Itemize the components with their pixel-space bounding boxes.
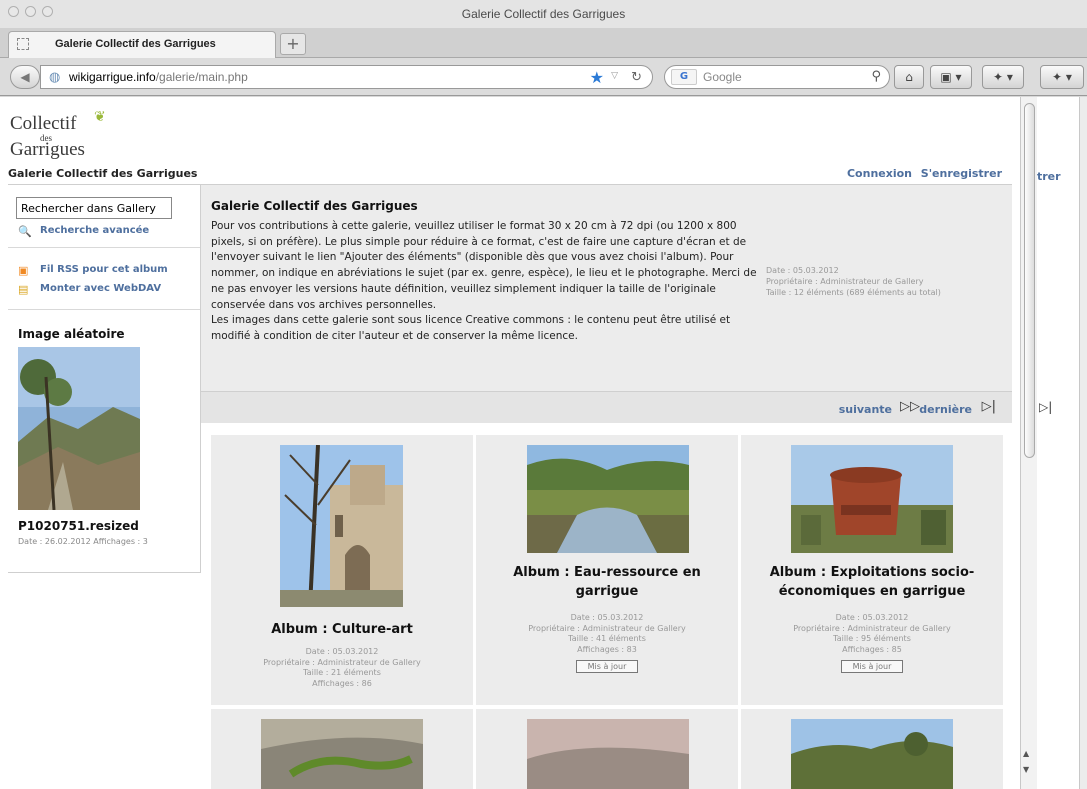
addon-button-2[interactable]: ✦ ▾ [1040, 65, 1084, 89]
advanced-search-link[interactable]: Recherche avancée [40, 225, 149, 236]
tab-bar: Galerie Collectif des Garrigues + [0, 28, 1087, 58]
home-icon: ⌂ [905, 70, 913, 84]
album-meta: Date : 05.03.2012 Propriétaire : Adminis… [528, 613, 686, 654]
scrollbar-thumb[interactable] [1024, 103, 1035, 458]
page-favicon-icon [17, 38, 29, 50]
search-bar[interactable]: G Google ⚲ [664, 65, 890, 89]
register-link[interactable]: S'enregistrer [921, 167, 1002, 180]
random-image-heading: Image aléatoire [18, 327, 125, 341]
scroll-up-icon[interactable]: ▲ [1023, 749, 1029, 758]
url-bar[interactable]: ◍ wikigarrigue.info/galerie/main.php ★ ▽… [40, 65, 653, 89]
gallery-meta: Date : 05.03.2012 Propriétaire : Adminis… [766, 266, 941, 297]
magnifier-icon: 🔍 [18, 225, 32, 238]
bookmark-star-icon[interactable]: ★ [590, 68, 604, 87]
gallery-search-input[interactable] [16, 197, 172, 219]
tab-gallery[interactable]: Galerie Collectif des Garrigues [8, 31, 276, 58]
random-image-name[interactable]: P1020751.resized [18, 519, 139, 533]
new-tab-button[interactable]: + [280, 33, 306, 55]
random-image-meta: Date : 26.02.2012 Affichages : 3 [18, 537, 148, 546]
updated-button[interactable]: Mis à jour [576, 660, 638, 673]
history-dropdown-icon[interactable]: ▽ [611, 71, 618, 81]
album-card-culture-art: Album : Culture-art Date : 05.03.2012 Pr… [211, 435, 473, 705]
next-page-icon[interactable]: ▷▷ [900, 399, 920, 414]
last-page-icon[interactable]: ▷| [982, 399, 996, 414]
login-link[interactable]: Connexion [847, 167, 912, 180]
next-page-link[interactable]: suivante [839, 403, 892, 416]
window-title: Galerie Collectif des Garrigues [461, 7, 626, 21]
updated-button[interactable]: Mis à jour [841, 660, 903, 673]
rss-feed-link[interactable]: Fil RSS pour cet album [40, 264, 168, 275]
reload-icon[interactable]: ↻ [631, 70, 642, 85]
album-card-row2-1 [211, 709, 473, 789]
magnifier-icon[interactable]: ⚲ [871, 69, 881, 84]
album-thumbnail[interactable] [527, 719, 689, 789]
album-thumbnail[interactable] [280, 445, 403, 607]
separator [8, 247, 200, 248]
album-title[interactable]: Album : Exploitations socio-économiques … [741, 563, 1003, 601]
search-placeholder: Google [703, 70, 742, 84]
album-thumbnail[interactable] [791, 719, 953, 789]
description-text: Pour vos contributions à cette galerie, … [211, 220, 757, 342]
album-card-exploitations: Album : Exploitations socio-économiques … [741, 435, 1003, 705]
album-card-row2-2 [476, 709, 738, 789]
globe-icon: ◍ [49, 70, 61, 85]
bookmarks-icon: ▣ ▾ [940, 70, 962, 84]
album-thumbnail[interactable] [791, 445, 953, 553]
search-engine-icon[interactable]: G [671, 69, 697, 85]
album-title[interactable]: Album : Culture-art [211, 620, 473, 639]
webdav-link[interactable]: Monter avec WebDAV [40, 283, 161, 294]
background-window-fragment: trer ▷| [1037, 97, 1087, 789]
sidebar: 🔍 Recherche avancée ▣ Fil RSS pour cet a… [8, 185, 201, 573]
rss-icon: ▣ [18, 264, 29, 277]
site-logo[interactable]: Collectif ❦ des Garrigues [10, 109, 150, 160]
separator [8, 309, 200, 310]
site-title: Galerie Collectif des Garrigues [8, 167, 198, 180]
vertical-scrollbar[interactable]: ▲ ▼ [1020, 97, 1037, 789]
url-text: wikigarrigue.info/galerie/main.php [69, 70, 248, 84]
album-thumbnail[interactable] [261, 719, 423, 789]
webdav-folder-icon: ▤ [18, 283, 29, 296]
bookmarks-button[interactable]: ▣ ▾ [930, 65, 972, 89]
album-thumbnail[interactable] [527, 445, 689, 553]
back-button[interactable]: ◀ [10, 65, 40, 89]
description-title: Galerie Collectif des Garrigues [211, 199, 418, 213]
addon-icon-2: ✦ ▾ [1052, 70, 1072, 84]
butterfly-icon: ❦ [94, 110, 106, 125]
navigation-toolbar: ◀ ◍ wikigarrigue.info/galerie/main.php ★… [0, 58, 1087, 96]
album-meta: Date : 05.03.2012 Propriétaire : Adminis… [263, 647, 421, 688]
album-card-row2-3 [741, 709, 1003, 789]
ghost-last-page-icon: ▷| [1039, 400, 1053, 414]
addon-button[interactable]: ✦ ▾ [982, 65, 1024, 89]
home-button[interactable]: ⌂ [894, 65, 924, 89]
album-title[interactable]: Album : Eau-ressource en garrigue [476, 563, 738, 601]
gallery-header: Galerie Collectif des Garrigues Connexio… [8, 163, 1012, 185]
page-viewport: Collectif ❦ des Garrigues Galerie Collec… [0, 97, 1020, 789]
window-titlebar: Galerie Collectif des Garrigues [0, 0, 1087, 28]
scroll-down-icon[interactable]: ▼ [1023, 765, 1029, 774]
ghost-scrollbar [1079, 97, 1087, 789]
album-card-eau-ressource: Album : Eau-ressource en garrigue Date :… [476, 435, 738, 705]
gallery-description: Galerie Collectif des Garrigues Pour vos… [201, 185, 1012, 391]
album-grid: Album : Culture-art Date : 05.03.2012 Pr… [201, 423, 1012, 789]
pager: suivante ▷▷ dernière ▷| [201, 391, 1012, 423]
addon-icon: ✦ ▾ [993, 70, 1013, 84]
album-meta: Date : 05.03.2012 Propriétaire : Adminis… [793, 613, 951, 654]
random-image-thumbnail[interactable] [18, 347, 140, 510]
tab-label: Galerie Collectif des Garrigues [55, 38, 216, 50]
back-arrow-icon: ◀ [20, 70, 30, 84]
last-page-link[interactable]: dernière [919, 403, 972, 416]
